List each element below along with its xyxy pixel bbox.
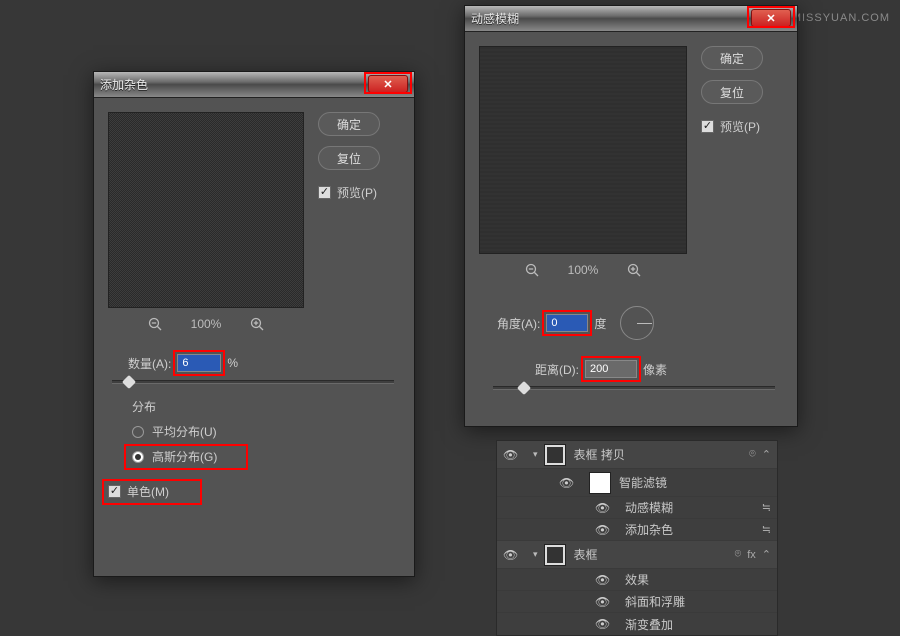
gaussian-radio-row[interactable]: 高斯分布(G) [132, 448, 400, 465]
preview-area [108, 112, 304, 308]
amount-label: 数量(A): [128, 355, 171, 372]
zoom-out-icon[interactable] [524, 262, 540, 278]
filter-name: 动感模糊 [625, 499, 673, 516]
blend-icon[interactable]: ≒ [762, 501, 771, 514]
blend-icon[interactable]: ≒ [762, 523, 771, 536]
effects-label: 效果 [625, 571, 649, 588]
titlebar[interactable]: 添加杂色 ✕ [94, 72, 414, 98]
mono-checkbox[interactable]: ✓ [108, 485, 121, 498]
layer-name[interactable]: 表框 [574, 546, 598, 563]
preview-area [479, 46, 687, 254]
effect-name: 斜面和浮雕 [625, 593, 685, 610]
angle-unit: 度 [594, 315, 606, 332]
effect-row[interactable]: 👁 渐变叠加 [497, 613, 777, 635]
visibility-icon[interactable]: 👁 [595, 573, 609, 587]
layer-row[interactable]: 👁 ▾ 表框 ⌾ fx ⌃ [497, 541, 777, 569]
visibility-icon[interactable]: 👁 [595, 501, 609, 515]
expand-icon[interactable]: ▾ [533, 549, 538, 560]
layer-row[interactable]: 👁 智能滤镜 [497, 469, 777, 497]
mono-label: 单色(M) [127, 483, 169, 500]
distance-label: 距离(D): [535, 361, 579, 378]
ok-button[interactable]: 确定 [318, 112, 380, 136]
distance-unit: 像素 [643, 361, 667, 378]
zoom-level: 100% [568, 263, 599, 277]
effect-row[interactable]: 👁 斜面和浮雕 [497, 591, 777, 613]
radio-icon [132, 426, 144, 438]
visibility-icon[interactable]: 👁 [595, 617, 609, 631]
visibility-icon[interactable]: 👁 [595, 595, 609, 609]
reset-button[interactable]: 复位 [701, 80, 763, 104]
motion-blur-dialog: 动感模糊 ✕ 100% 确定 复位 ✓ 预览(P) 角度(A): [464, 5, 798, 427]
amount-input[interactable] [177, 354, 221, 372]
close-button[interactable]: ✕ [368, 75, 408, 93]
effects-row[interactable]: 👁 效果 [497, 569, 777, 591]
preview-checkbox[interactable]: ✓ [318, 186, 331, 199]
angle-dial[interactable] [620, 306, 654, 340]
dialog-title: 添加杂色 [100, 76, 148, 93]
radio-icon [132, 451, 144, 463]
amount-slider[interactable] [112, 380, 394, 384]
reset-button[interactable]: 复位 [318, 146, 380, 170]
visibility-icon[interactable]: 👁 [503, 448, 517, 462]
zoom-out-icon[interactable] [147, 316, 163, 332]
expand-icon[interactable]: ▾ [533, 449, 538, 460]
link-icon[interactable]: ⌾ [735, 548, 742, 561]
chevron-icon[interactable]: ⌃ [762, 548, 771, 561]
fx-icon[interactable]: fx [747, 549, 756, 561]
filter-name: 添加杂色 [625, 521, 673, 538]
preview-label: 预览(P) [720, 118, 760, 135]
layer-thumb [544, 544, 566, 566]
layers-panel: 👁 ▾ 表框 拷贝 ⌾ ⌃ 👁 智能滤镜 👁 动感模糊 ≒ 👁 添加杂色 ≒ 👁 … [496, 440, 778, 636]
zoom-in-icon[interactable] [249, 316, 265, 332]
add-noise-dialog: 添加杂色 ✕ 100% 确定 复位 ✓ 预览(P) 数量(A): [93, 71, 415, 577]
distribution-label: 分布 [132, 398, 400, 415]
angle-input[interactable] [546, 314, 588, 332]
visibility-icon[interactable]: 👁 [595, 523, 609, 537]
filter-row[interactable]: 👁 添加杂色 ≒ [497, 519, 777, 541]
layer-thumb [544, 444, 566, 466]
zoom-in-icon[interactable] [626, 262, 642, 278]
layer-name: 智能滤镜 [619, 474, 667, 491]
preview-checkbox[interactable]: ✓ [701, 120, 714, 133]
angle-label: 角度(A): [497, 315, 540, 332]
titlebar[interactable]: 动感模糊 ✕ [465, 6, 797, 32]
distance-input[interactable] [585, 360, 637, 378]
layer-row[interactable]: 👁 ▾ 表框 拷贝 ⌾ ⌃ [497, 441, 777, 469]
visibility-icon[interactable]: 👁 [503, 548, 517, 562]
amount-unit: % [227, 356, 238, 370]
filter-row[interactable]: 👁 动感模糊 ≒ [497, 497, 777, 519]
visibility-icon[interactable]: 👁 [559, 476, 573, 490]
distance-slider[interactable] [493, 386, 775, 390]
preview-label: 预览(P) [337, 184, 377, 201]
ok-button[interactable]: 确定 [701, 46, 763, 70]
uniform-radio-row[interactable]: 平均分布(U) [132, 423, 400, 440]
link-icon[interactable]: ⌾ [749, 448, 756, 461]
layer-name[interactable]: 表框 拷贝 [574, 446, 625, 463]
effect-name: 渐变叠加 [625, 616, 673, 633]
close-button[interactable]: ✕ [751, 9, 791, 27]
chevron-icon[interactable]: ⌃ [762, 448, 771, 461]
mask-thumb [589, 472, 611, 494]
dialog-title: 动感模糊 [471, 10, 519, 27]
zoom-level: 100% [191, 317, 222, 331]
